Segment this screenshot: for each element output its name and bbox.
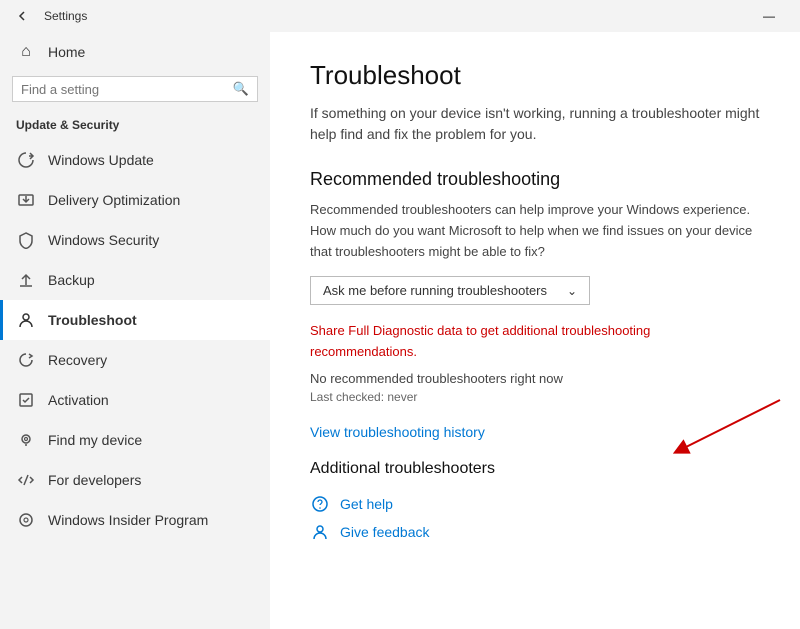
sidebar-item-activation[interactable]: Activation [0,380,270,420]
find-my-device-icon [16,430,36,450]
bottom-links: Get help Give feedback [310,494,760,542]
search-icon: 🔍 [233,81,249,97]
sidebar-item-delivery-optimization[interactable]: Delivery Optimization [0,180,270,220]
app-title: Settings [44,9,87,23]
dropdown-label: Ask me before running troubleshooters [323,283,547,298]
windows-insider-label: Windows Insider Program [48,512,208,528]
titlebar: Settings — [0,0,800,32]
chevron-down-icon: ⌄ [567,284,577,298]
backup-icon [16,270,36,290]
page-description: If something on your device isn't workin… [310,103,760,145]
sidebar-item-home[interactable]: ⌂ Home [0,32,270,72]
minimize-button[interactable]: — [746,0,792,32]
recovery-label: Recovery [48,352,107,368]
sidebar-item-backup[interactable]: Backup [0,260,270,300]
give-feedback-icon [310,522,330,542]
diagnostic-link[interactable]: Share Full Diagnostic data to get additi… [310,323,650,359]
sidebar-item-find-my-device[interactable]: Find my device [0,420,270,460]
home-icon: ⌂ [16,42,36,62]
get-help-item[interactable]: Get help [310,494,760,514]
troubleshooter-dropdown[interactable]: Ask me before running troubleshooters ⌄ [310,276,590,305]
backup-label: Backup [48,272,95,288]
activation-label: Activation [48,392,109,408]
troubleshoot-icon [16,310,36,330]
titlebar-left: Settings [8,2,87,30]
main-content: Troubleshoot If something on your device… [270,32,800,629]
delivery-optimization-label: Delivery Optimization [48,192,180,208]
windows-update-label: Windows Update [48,152,154,168]
sidebar-item-troubleshoot[interactable]: Troubleshoot [0,300,270,340]
status-text: No recommended troubleshooters right now [310,371,760,386]
recommended-text: Recommended troubleshooters can help imp… [310,200,760,262]
annotation-arrow [600,390,800,480]
recovery-icon [16,350,36,370]
for-developers-icon [16,470,36,490]
search-input[interactable] [21,82,225,97]
delivery-optimization-icon [16,190,36,210]
activation-icon [16,390,36,410]
section-label: Update & Security [0,114,270,140]
sidebar-item-recovery[interactable]: Recovery [0,340,270,380]
give-feedback-item[interactable]: Give feedback [310,522,760,542]
sidebar: ⌂ Home 🔍 Update & Security Windows Updat… [0,32,270,629]
get-help-icon [310,494,330,514]
find-my-device-label: Find my device [48,432,142,448]
app-body: ⌂ Home 🔍 Update & Security Windows Updat… [0,32,800,629]
back-button[interactable] [8,2,36,30]
additional-section-container: Additional troubleshooters [310,460,760,478]
windows-security-icon [16,230,36,250]
diagnostic-link-container: Share Full Diagnostic data to get additi… [310,321,760,363]
get-help-label: Get help [340,496,393,512]
titlebar-controls: — [746,0,792,32]
page-title: Troubleshoot [310,60,760,91]
sidebar-item-windows-security[interactable]: Windows Security [0,220,270,260]
windows-update-icon [16,150,36,170]
sidebar-item-windows-insider[interactable]: Windows Insider Program [0,500,270,540]
sidebar-item-windows-update[interactable]: Windows Update [0,140,270,180]
home-label: Home [48,44,85,60]
recommended-heading: Recommended troubleshooting [310,169,760,190]
windows-insider-icon [16,510,36,530]
windows-security-label: Windows Security [48,232,159,248]
give-feedback-label: Give feedback [340,524,430,540]
search-box[interactable]: 🔍 [12,76,258,102]
for-developers-label: For developers [48,472,141,488]
sidebar-item-for-developers[interactable]: For developers [0,460,270,500]
troubleshoot-label: Troubleshoot [48,312,137,328]
